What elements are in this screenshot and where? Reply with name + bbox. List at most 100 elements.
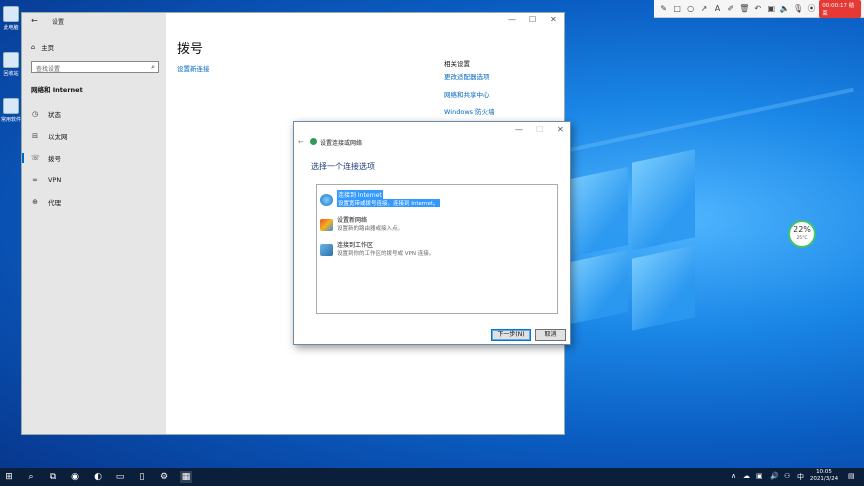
- setup-connection-dialog: — ☐ ✕ ← 设置连接或网络 选择一个连接选项 连接到 Internet 设置…: [293, 121, 571, 345]
- minimize-icon[interactable]: —: [515, 125, 523, 134]
- adapter-options-link[interactable]: 更改适配器选项: [444, 71, 490, 81]
- camera-icon[interactable]: ⦿: [806, 3, 817, 15]
- option-title: 连接到 Internet: [337, 190, 383, 199]
- taskbar: ⊞ ⌕ ⧉ ◉ ◐ ▭ ▯ ⚙ ▦ ∧ ☁ ▣ 🔊 ⚇ 中 10:05 2021…: [0, 468, 864, 486]
- back-arrow-icon[interactable]: ←: [298, 138, 304, 146]
- text-icon[interactable]: A: [712, 3, 723, 15]
- app-icon[interactable]: ◐: [92, 471, 104, 483]
- rectangle-icon[interactable]: □: [671, 3, 682, 15]
- sidebar-item-proxy[interactable]: ⊕ 代理: [22, 193, 166, 211]
- network-dialog-taskbar-icon[interactable]: ▦: [180, 471, 192, 483]
- sidebar-item-label: VPN: [48, 176, 62, 184]
- chrome-icon[interactable]: ◉: [69, 471, 81, 483]
- sidebar-item-status[interactable]: ◷ 状态: [22, 105, 166, 123]
- settings-icon[interactable]: ⚙: [158, 471, 170, 483]
- sidebar-item-label: 状态: [48, 111, 61, 119]
- speed-widget[interactable]: 22% 25°C: [788, 220, 816, 248]
- workplace-icon: [320, 244, 333, 256]
- cloud-icon[interactable]: ☁: [743, 472, 750, 480]
- light-beam: [559, 87, 854, 154]
- phone-app-icon[interactable]: ▯: [136, 471, 148, 483]
- clock-time: 10:05: [816, 469, 832, 475]
- setup-new-connection-link[interactable]: 设置新连接: [177, 63, 210, 73]
- task-view-icon[interactable]: ⧉: [47, 471, 59, 483]
- desktop-icon-label: 回收站: [3, 71, 19, 77]
- router-icon: [320, 219, 333, 231]
- sidebar-item-home[interactable]: ⌂ 主页: [31, 42, 54, 52]
- search-placeholder: 查找设置: [36, 66, 61, 73]
- chevron-up-icon[interactable]: ∧: [731, 472, 736, 480]
- widget-percent: 22%: [793, 225, 811, 234]
- notification-icon[interactable]: ▤: [848, 472, 855, 480]
- cancel-button[interactable]: 取消: [535, 329, 566, 341]
- speaker-icon[interactable]: 🔈: [779, 3, 790, 15]
- sidebar-item-label: 拨号: [48, 155, 61, 163]
- minimize-icon[interactable]: —: [508, 15, 516, 24]
- search-icon[interactable]: ⌕: [25, 471, 37, 483]
- undo-all-icon[interactable]: ▣: [766, 3, 777, 15]
- option-new-network[interactable]: 设置新网络 设置新的路由器或接入点。: [319, 214, 555, 236]
- settings-titlebar: ← 设置 — ☐ ✕: [22, 13, 564, 29]
- ethernet-icon: ⊟: [32, 132, 38, 140]
- undo-icon[interactable]: ↶: [752, 3, 763, 15]
- search-input[interactable]: 查找设置 ⌕: [31, 61, 159, 73]
- arrow-icon[interactable]: ↗: [698, 3, 709, 15]
- vpn-icon: ∞: [32, 176, 38, 184]
- desktop-icon-computer[interactable]: 此电脑: [0, 6, 22, 31]
- globe-icon: ⊕: [32, 198, 38, 206]
- maximize-icon: ☐: [536, 125, 544, 134]
- sidebar-item-label: 代理: [48, 199, 61, 207]
- network-icon: [310, 138, 317, 145]
- maximize-icon[interactable]: ☐: [529, 15, 536, 24]
- clock-date: 2021/3/24: [809, 476, 839, 482]
- windows-logo: [570, 148, 695, 331]
- search-icon: ⌕: [151, 63, 155, 71]
- related-settings-title: 相关设置: [444, 60, 470, 68]
- widget-temperature: 25°C: [796, 236, 808, 241]
- file-explorer-icon[interactable]: ▭: [114, 471, 126, 483]
- sidebar-item-vpn[interactable]: ∞ VPN: [22, 171, 166, 189]
- settings-sidebar: [22, 13, 166, 434]
- desktop-icon-recycle-bin[interactable]: 回收站: [0, 52, 22, 77]
- globe-icon: [320, 194, 333, 206]
- close-icon[interactable]: ✕: [550, 15, 557, 24]
- marker-icon[interactable]: ✐: [725, 3, 736, 15]
- pen-icon[interactable]: ✎: [658, 3, 669, 15]
- sidebar-item-label: 以太网: [48, 133, 68, 141]
- dialog-title: 设置连接或网络: [320, 140, 363, 147]
- option-desc: 设置宽带或拨号连接，连接到 Internet。: [337, 199, 440, 207]
- option-connect-internet[interactable]: 连接到 Internet 设置宽带或拨号连接，连接到 Internet。: [319, 189, 555, 211]
- input-method-icon[interactable]: ⚇: [784, 472, 790, 480]
- delete-icon[interactable]: 🗑: [739, 3, 750, 15]
- sidebar-item-ethernet[interactable]: ⊟ 以太网: [22, 127, 166, 145]
- firewall-link[interactable]: Windows 防火墙: [444, 106, 495, 116]
- system-clock[interactable]: 10:05 2021/3/24: [808, 469, 840, 483]
- status-icon: ◷: [31, 110, 39, 118]
- volume-icon[interactable]: 🔊: [770, 472, 779, 480]
- close-icon[interactable]: ✕: [557, 125, 564, 134]
- stop-recording-button[interactable]: 00:00:17 结束: [819, 0, 861, 18]
- home-label: 主页: [41, 44, 55, 52]
- microphone-icon[interactable]: 🎙: [792, 3, 803, 15]
- recording-toolbar: ✎ □ ○ ↗ A ✐ 🗑 ↶ ▣ 🔈 🎙 ⦿ 00:00:17 结束: [654, 0, 864, 18]
- network-tray-icon[interactable]: ▣: [756, 472, 763, 480]
- sidebar-item-dialup[interactable]: ☏ 拨号: [22, 149, 166, 167]
- ellipse-icon[interactable]: ○: [685, 3, 696, 15]
- next-button[interactable]: 下一步(N): [491, 329, 531, 341]
- desktop-icon-software[interactable]: 常用软件: [0, 98, 22, 123]
- network-sharing-center-link[interactable]: 网络和共享中心: [444, 89, 490, 99]
- option-workplace[interactable]: 连接到工作区 设置到你的工作区的拨号或 VPN 连接。: [319, 239, 555, 261]
- dialog-heading: 选择一个连接选项: [311, 162, 375, 171]
- language-icon[interactable]: 中: [797, 472, 804, 482]
- option-title: 设置新网络: [337, 217, 368, 224]
- start-icon[interactable]: ⊞: [3, 471, 15, 483]
- back-arrow-icon[interactable]: ←: [31, 16, 38, 25]
- option-desc: 设置到你的工作区的拨号或 VPN 连接。: [337, 251, 435, 257]
- home-icon: ⌂: [31, 43, 36, 51]
- section-title: 网络和 Internet: [31, 86, 83, 94]
- window-title: 设置: [52, 19, 65, 26]
- dialup-icon: ☏: [31, 154, 40, 162]
- desktop-icon-label: 常用软件: [0, 117, 21, 123]
- page-title: 拨号: [177, 42, 204, 57]
- option-desc: 设置新的路由器或接入点。: [337, 226, 404, 232]
